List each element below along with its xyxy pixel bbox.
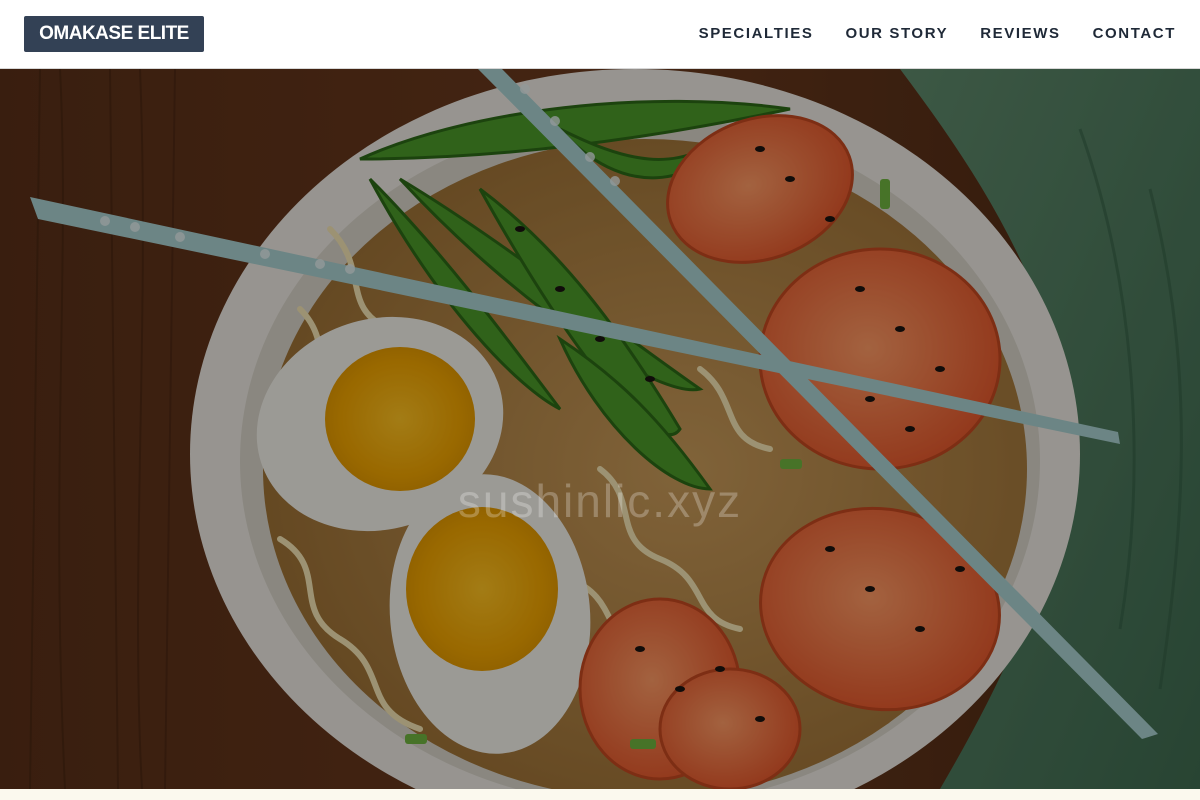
hero-image <box>0 69 1200 789</box>
brand-logo[interactable]: OMAKASE ELITE <box>24 16 204 52</box>
nav-link-contact[interactable]: CONTACT <box>1093 24 1176 44</box>
navbar: OMAKASE ELITE SPECIALTIES OUR STORY REVI… <box>0 0 1200 69</box>
nav-link-specialties[interactable]: SPECIALTIES <box>699 24 814 44</box>
hero-heading: sushinlic.xyz <box>457 475 743 527</box>
page-section-edge <box>0 789 1200 800</box>
hero-overlay <box>0 69 1200 789</box>
nav-link-our-story[interactable]: OUR STORY <box>845 24 948 44</box>
nav-link-reviews[interactable]: REVIEWS <box>980 24 1060 44</box>
hero-section: sushinlic.xyz <box>0 69 1200 789</box>
main-nav: SPECIALTIES OUR STORY REVIEWS CONTACT <box>699 24 1176 44</box>
